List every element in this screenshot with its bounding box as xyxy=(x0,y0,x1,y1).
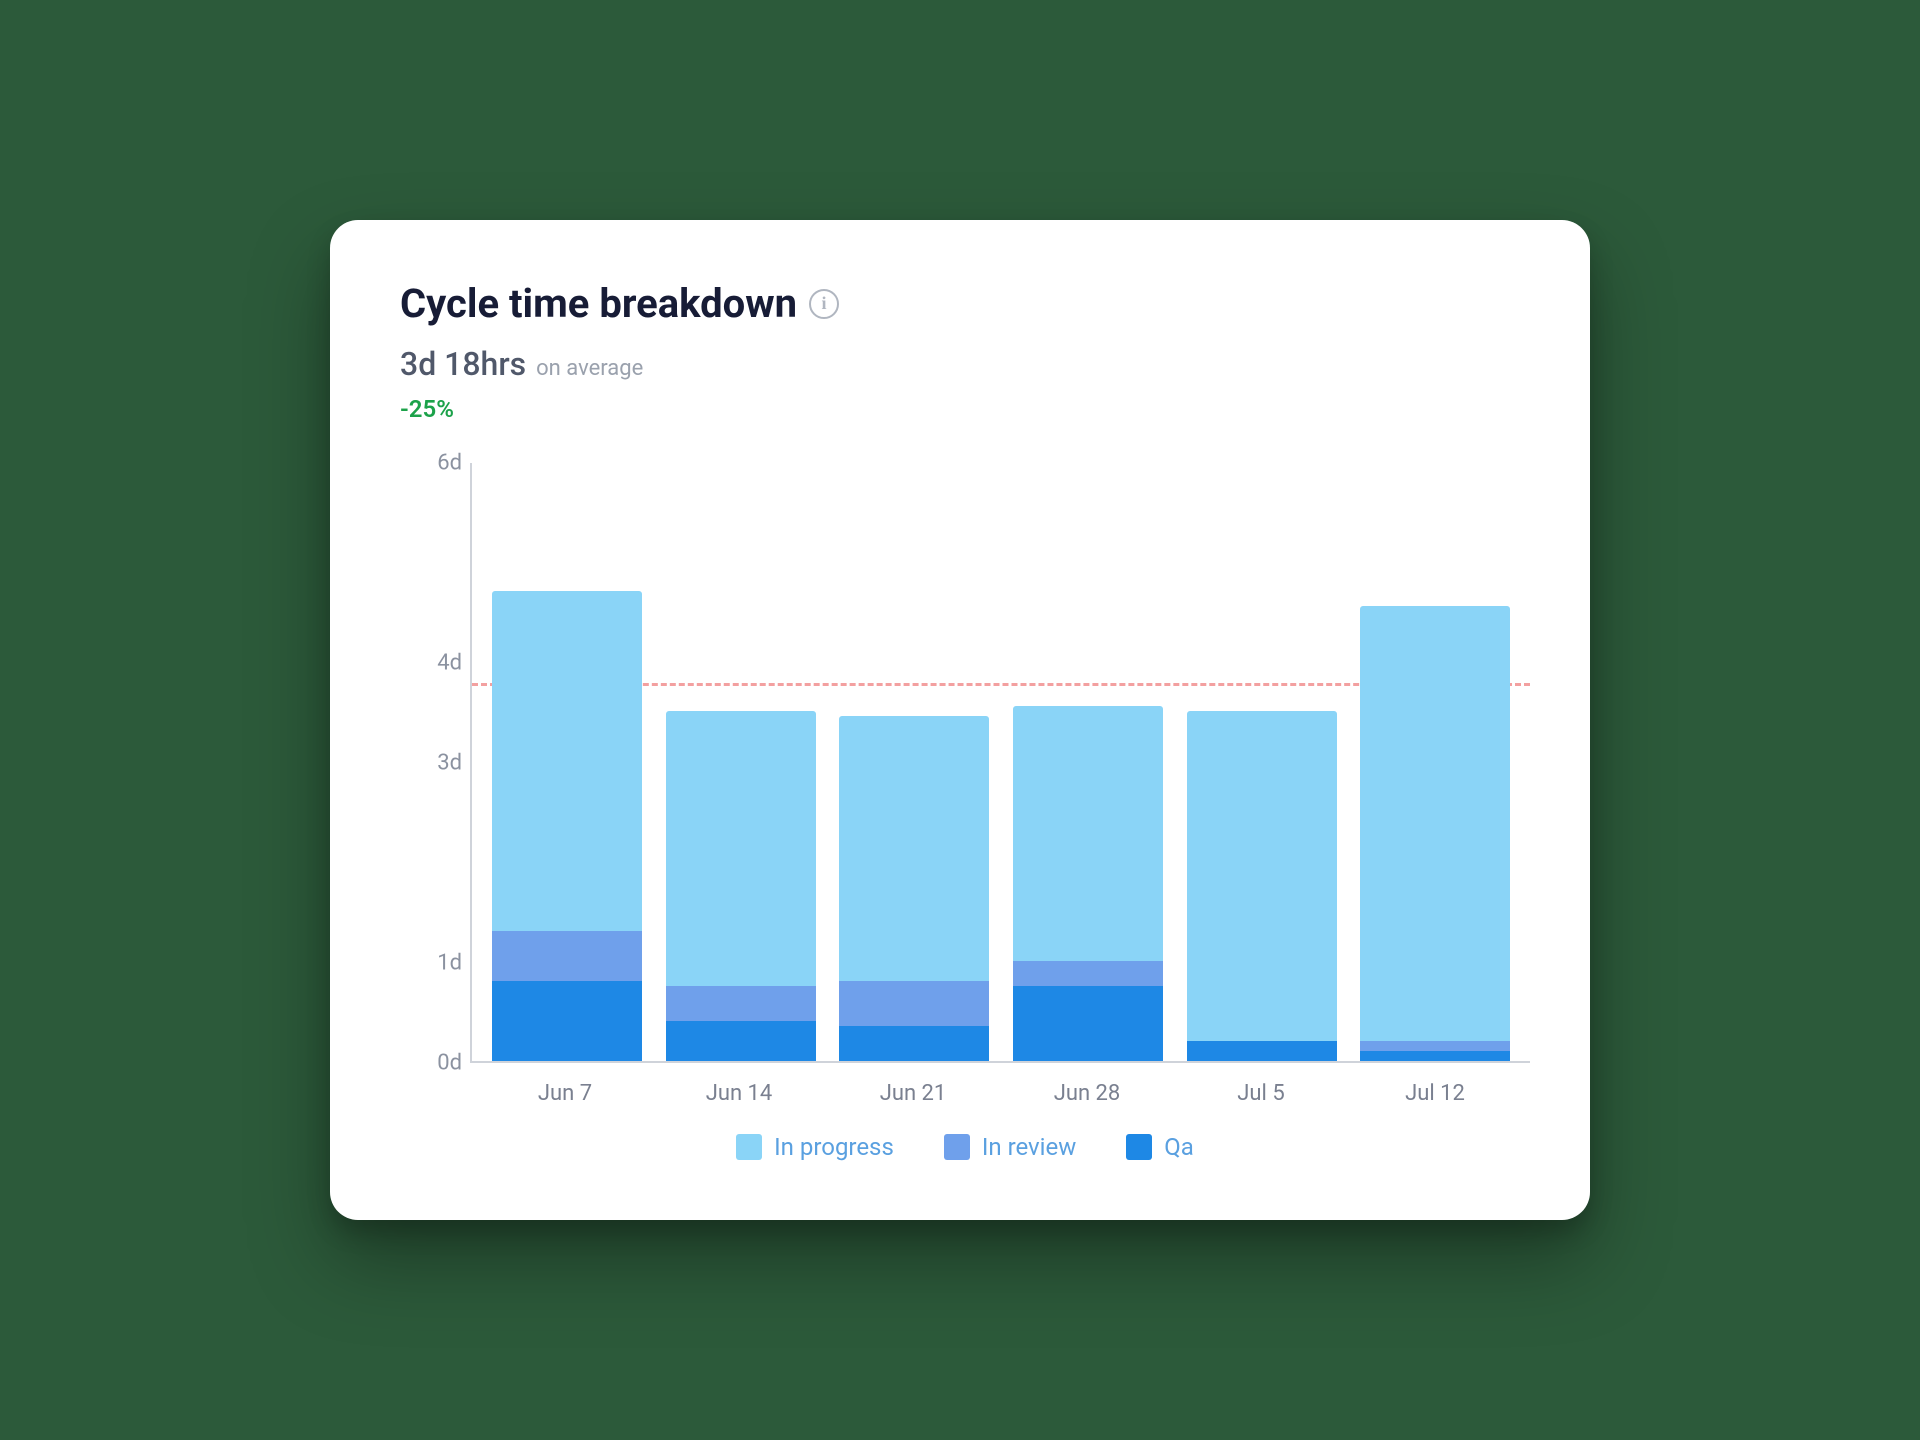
info-icon[interactable]: i xyxy=(809,289,839,319)
y-tick: 1d xyxy=(437,951,462,976)
x-tick-label: Jun 7 xyxy=(478,1081,652,1106)
stacked-bar[interactable] xyxy=(1360,606,1510,1061)
bar-segment-in-progress xyxy=(839,716,989,981)
card-header: Cycle time breakdown i xyxy=(400,280,1530,327)
legend-item-in-progress[interactable]: In progress xyxy=(736,1133,894,1161)
average-label: on average xyxy=(536,356,643,381)
stacked-bar[interactable] xyxy=(839,716,989,1061)
bar-column xyxy=(1001,463,1175,1061)
y-tick: 3d xyxy=(437,751,462,776)
bar-column xyxy=(654,463,828,1061)
x-tick-label: Jun 28 xyxy=(1000,1081,1174,1106)
bar-segment-in-progress xyxy=(1013,706,1163,961)
bar-column xyxy=(1348,463,1522,1061)
bar-column xyxy=(827,463,1001,1061)
chart-legend: In progress In review Qa xyxy=(400,1133,1530,1161)
delta-change: -25% xyxy=(400,395,1530,423)
bar-segment-in-progress xyxy=(1187,711,1337,1041)
y-axis: 0d1d3d4d6d xyxy=(410,463,470,1063)
legend-label: Qa xyxy=(1164,1133,1194,1161)
legend-swatch xyxy=(736,1134,762,1160)
cycle-time-card: Cycle time breakdown i 3d 18hrs on avera… xyxy=(330,220,1590,1220)
card-title: Cycle time breakdown xyxy=(400,280,797,327)
bar-segment-in-review xyxy=(1013,961,1163,986)
stacked-bar[interactable] xyxy=(492,591,642,1061)
legend-label: In review xyxy=(982,1133,1076,1161)
bar-segment-in-review xyxy=(1360,1041,1510,1051)
bars-container xyxy=(472,463,1530,1061)
legend-item-in-review[interactable]: In review xyxy=(944,1133,1076,1161)
bar-segment-in-progress xyxy=(666,711,816,986)
stacked-bar[interactable] xyxy=(1013,706,1163,1061)
bar-segment-in-progress xyxy=(492,591,642,931)
bar-segment-qa xyxy=(492,981,642,1061)
bar-segment-in-review xyxy=(666,986,816,1021)
bar-segment-qa xyxy=(839,1026,989,1061)
legend-label: In progress xyxy=(774,1133,894,1161)
bar-segment-qa xyxy=(1187,1041,1337,1061)
legend-swatch xyxy=(944,1134,970,1160)
y-tick: 4d xyxy=(437,651,462,676)
bar-column xyxy=(1175,463,1349,1061)
stacked-bar[interactable] xyxy=(666,711,816,1061)
average-row: 3d 18hrs on average xyxy=(400,345,1530,383)
bar-segment-in-review xyxy=(839,981,989,1026)
legend-swatch xyxy=(1126,1134,1152,1160)
x-tick-label: Jun 21 xyxy=(826,1081,1000,1106)
bar-segment-qa xyxy=(1360,1051,1510,1061)
bar-segment-in-progress xyxy=(1360,606,1510,1041)
bar-segment-in-review xyxy=(492,931,642,981)
chart-plot xyxy=(470,463,1530,1063)
legend-item-qa[interactable]: Qa xyxy=(1126,1133,1194,1161)
x-tick-label: Jul 12 xyxy=(1348,1081,1522,1106)
x-tick-label: Jul 5 xyxy=(1174,1081,1348,1106)
bar-column xyxy=(480,463,654,1061)
y-tick: 6d xyxy=(437,451,462,476)
y-tick: 0d xyxy=(437,1051,462,1076)
average-value: 3d 18hrs xyxy=(400,345,526,383)
bar-segment-qa xyxy=(1013,986,1163,1061)
bar-segment-qa xyxy=(666,1021,816,1061)
x-axis-labels: Jun 7Jun 14Jun 21Jun 28Jul 5Jul 12 xyxy=(470,1063,1530,1106)
stacked-bar[interactable] xyxy=(1187,711,1337,1061)
x-tick-label: Jun 14 xyxy=(652,1081,826,1106)
chart-area: 0d1d3d4d6d Jun 7Jun 14Jun 21Jun 28Jul 5J… xyxy=(410,463,1530,1063)
